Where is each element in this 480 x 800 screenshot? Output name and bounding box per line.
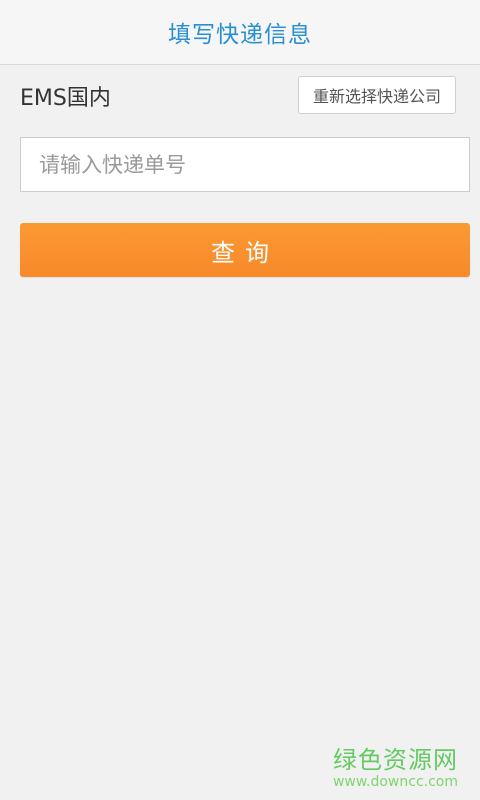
query-button[interactable]: 查询 xyxy=(20,223,470,277)
watermark: 绿色资源网 www.downcc.com xyxy=(333,746,458,790)
tracking-number-input[interactable] xyxy=(20,137,470,192)
courier-company-name: EMS国内 xyxy=(20,86,111,111)
watermark-url: www.downcc.com xyxy=(332,774,458,790)
screen: 填写快递信息 EMS国内 重新选择快递公司 查询 绿色资源网 www.downc… xyxy=(0,0,480,800)
courier-company-row: EMS国内 重新选择快递公司 xyxy=(20,76,456,116)
page-title: 填写快递信息 xyxy=(168,22,312,48)
watermark-text: 绿色资源网 xyxy=(332,746,458,774)
reselect-courier-button[interactable]: 重新选择快递公司 xyxy=(298,76,456,114)
header-bar: 填写快递信息 xyxy=(0,0,480,65)
